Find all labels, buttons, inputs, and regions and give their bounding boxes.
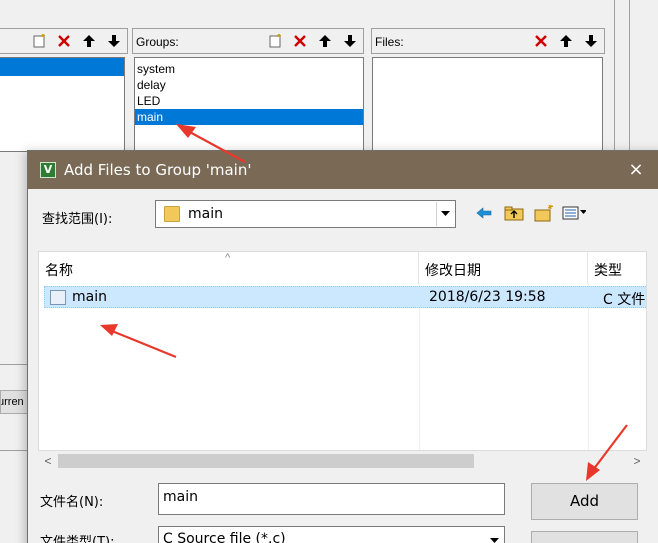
file-name-input[interactable]: main	[158, 483, 505, 515]
column-modified-label: 修改日期	[425, 263, 481, 279]
move-up-icon[interactable]	[78, 31, 100, 51]
column-name-label: 名称	[45, 263, 73, 279]
delete-file-icon[interactable]	[530, 31, 552, 51]
column-header-modified[interactable]: 修改日期	[419, 252, 588, 284]
back-icon[interactable]	[472, 203, 496, 223]
column-divider	[588, 284, 589, 450]
group-item-system[interactable]: system	[135, 61, 363, 77]
dialog-titlebar[interactable]: V Add Files to Group 'main' ×	[28, 151, 658, 189]
scroll-thumb[interactable]	[58, 454, 474, 468]
chevron-down-icon[interactable]	[436, 202, 454, 226]
move-file-down-icon[interactable]	[580, 31, 602, 51]
groups-pane-header: Groups:	[132, 28, 364, 54]
delete-group-icon[interactable]	[289, 31, 311, 51]
left-pane-header	[0, 28, 128, 54]
folder-icon	[164, 206, 180, 222]
column-divider	[419, 284, 420, 450]
file-row[interactable]: main 2018/6/23 19:58 C 文件	[44, 286, 646, 308]
file-type: C 文件	[603, 292, 646, 308]
scroll-right-icon[interactable]: >	[629, 452, 645, 470]
close-button[interactable]	[531, 531, 638, 543]
files-label: Files:	[375, 35, 404, 49]
add-files-dialog: V Add Files to Group 'main' × 查找范围(I): m…	[27, 150, 658, 543]
new-group-icon[interactable]	[264, 31, 286, 51]
column-type-label: 类型	[594, 263, 622, 279]
dialog-title: Add Files to Group 'main'	[64, 161, 252, 179]
file-type-value: C Source file (*.c)	[163, 531, 286, 543]
close-icon[interactable]: ×	[626, 160, 646, 180]
file-name: main	[72, 289, 107, 305]
file-modified: 2018/6/23 19:58	[429, 289, 546, 305]
move-group-up-icon[interactable]	[314, 31, 336, 51]
group-item-delay[interactable]: delay	[135, 77, 363, 93]
chevron-down-icon[interactable]	[485, 528, 503, 543]
groups-list[interactable]: system delay LED main	[134, 57, 364, 152]
horizontal-scrollbar[interactable]: < >	[38, 451, 647, 471]
file-name-label: 文件名(N):	[40, 495, 104, 510]
look-in-label: 查找范围(I):	[42, 212, 113, 227]
look-in-select[interactable]: main	[155, 200, 456, 228]
scroll-left-icon[interactable]: <	[40, 452, 56, 470]
new-item-icon[interactable]	[28, 31, 50, 51]
nav-toolbar	[472, 203, 586, 223]
set-current-label: urren	[0, 396, 24, 408]
add-button[interactable]: Add	[531, 483, 638, 520]
move-down-icon[interactable]	[103, 31, 125, 51]
move-group-down-icon[interactable]	[339, 31, 361, 51]
dialog-border	[614, 0, 630, 160]
move-file-up-icon[interactable]	[555, 31, 577, 51]
file-list-view[interactable]: 名称 ^ 修改日期 类型 main 2018/6/23 19:58 C 文件	[38, 251, 647, 451]
group-item-main[interactable]: main	[135, 109, 363, 125]
groups-label: Groups:	[136, 35, 179, 49]
list-item[interactable]	[0, 58, 124, 76]
delete-icon[interactable]	[53, 31, 75, 51]
files-pane-header: Files:	[371, 28, 605, 54]
group-item-led[interactable]: LED	[135, 93, 363, 109]
files-list[interactable]	[372, 57, 603, 152]
file-type-label: 文件类型(T):	[40, 535, 115, 543]
divider	[0, 364, 28, 365]
up-folder-icon[interactable]	[502, 203, 526, 223]
view-menu-icon[interactable]	[562, 203, 586, 223]
targets-list[interactable]	[0, 57, 125, 152]
look-in-value: main	[188, 206, 223, 222]
column-header-type[interactable]: 类型	[588, 252, 646, 284]
keil-app-icon: V	[40, 162, 56, 178]
sort-ascending-icon: ^	[225, 252, 231, 264]
file-type-select[interactable]: C Source file (*.c)	[158, 526, 505, 543]
c-file-icon	[50, 290, 66, 305]
set-current-button[interactable]: urren	[0, 390, 28, 414]
divider	[0, 450, 28, 451]
new-folder-icon[interactable]	[532, 203, 556, 223]
